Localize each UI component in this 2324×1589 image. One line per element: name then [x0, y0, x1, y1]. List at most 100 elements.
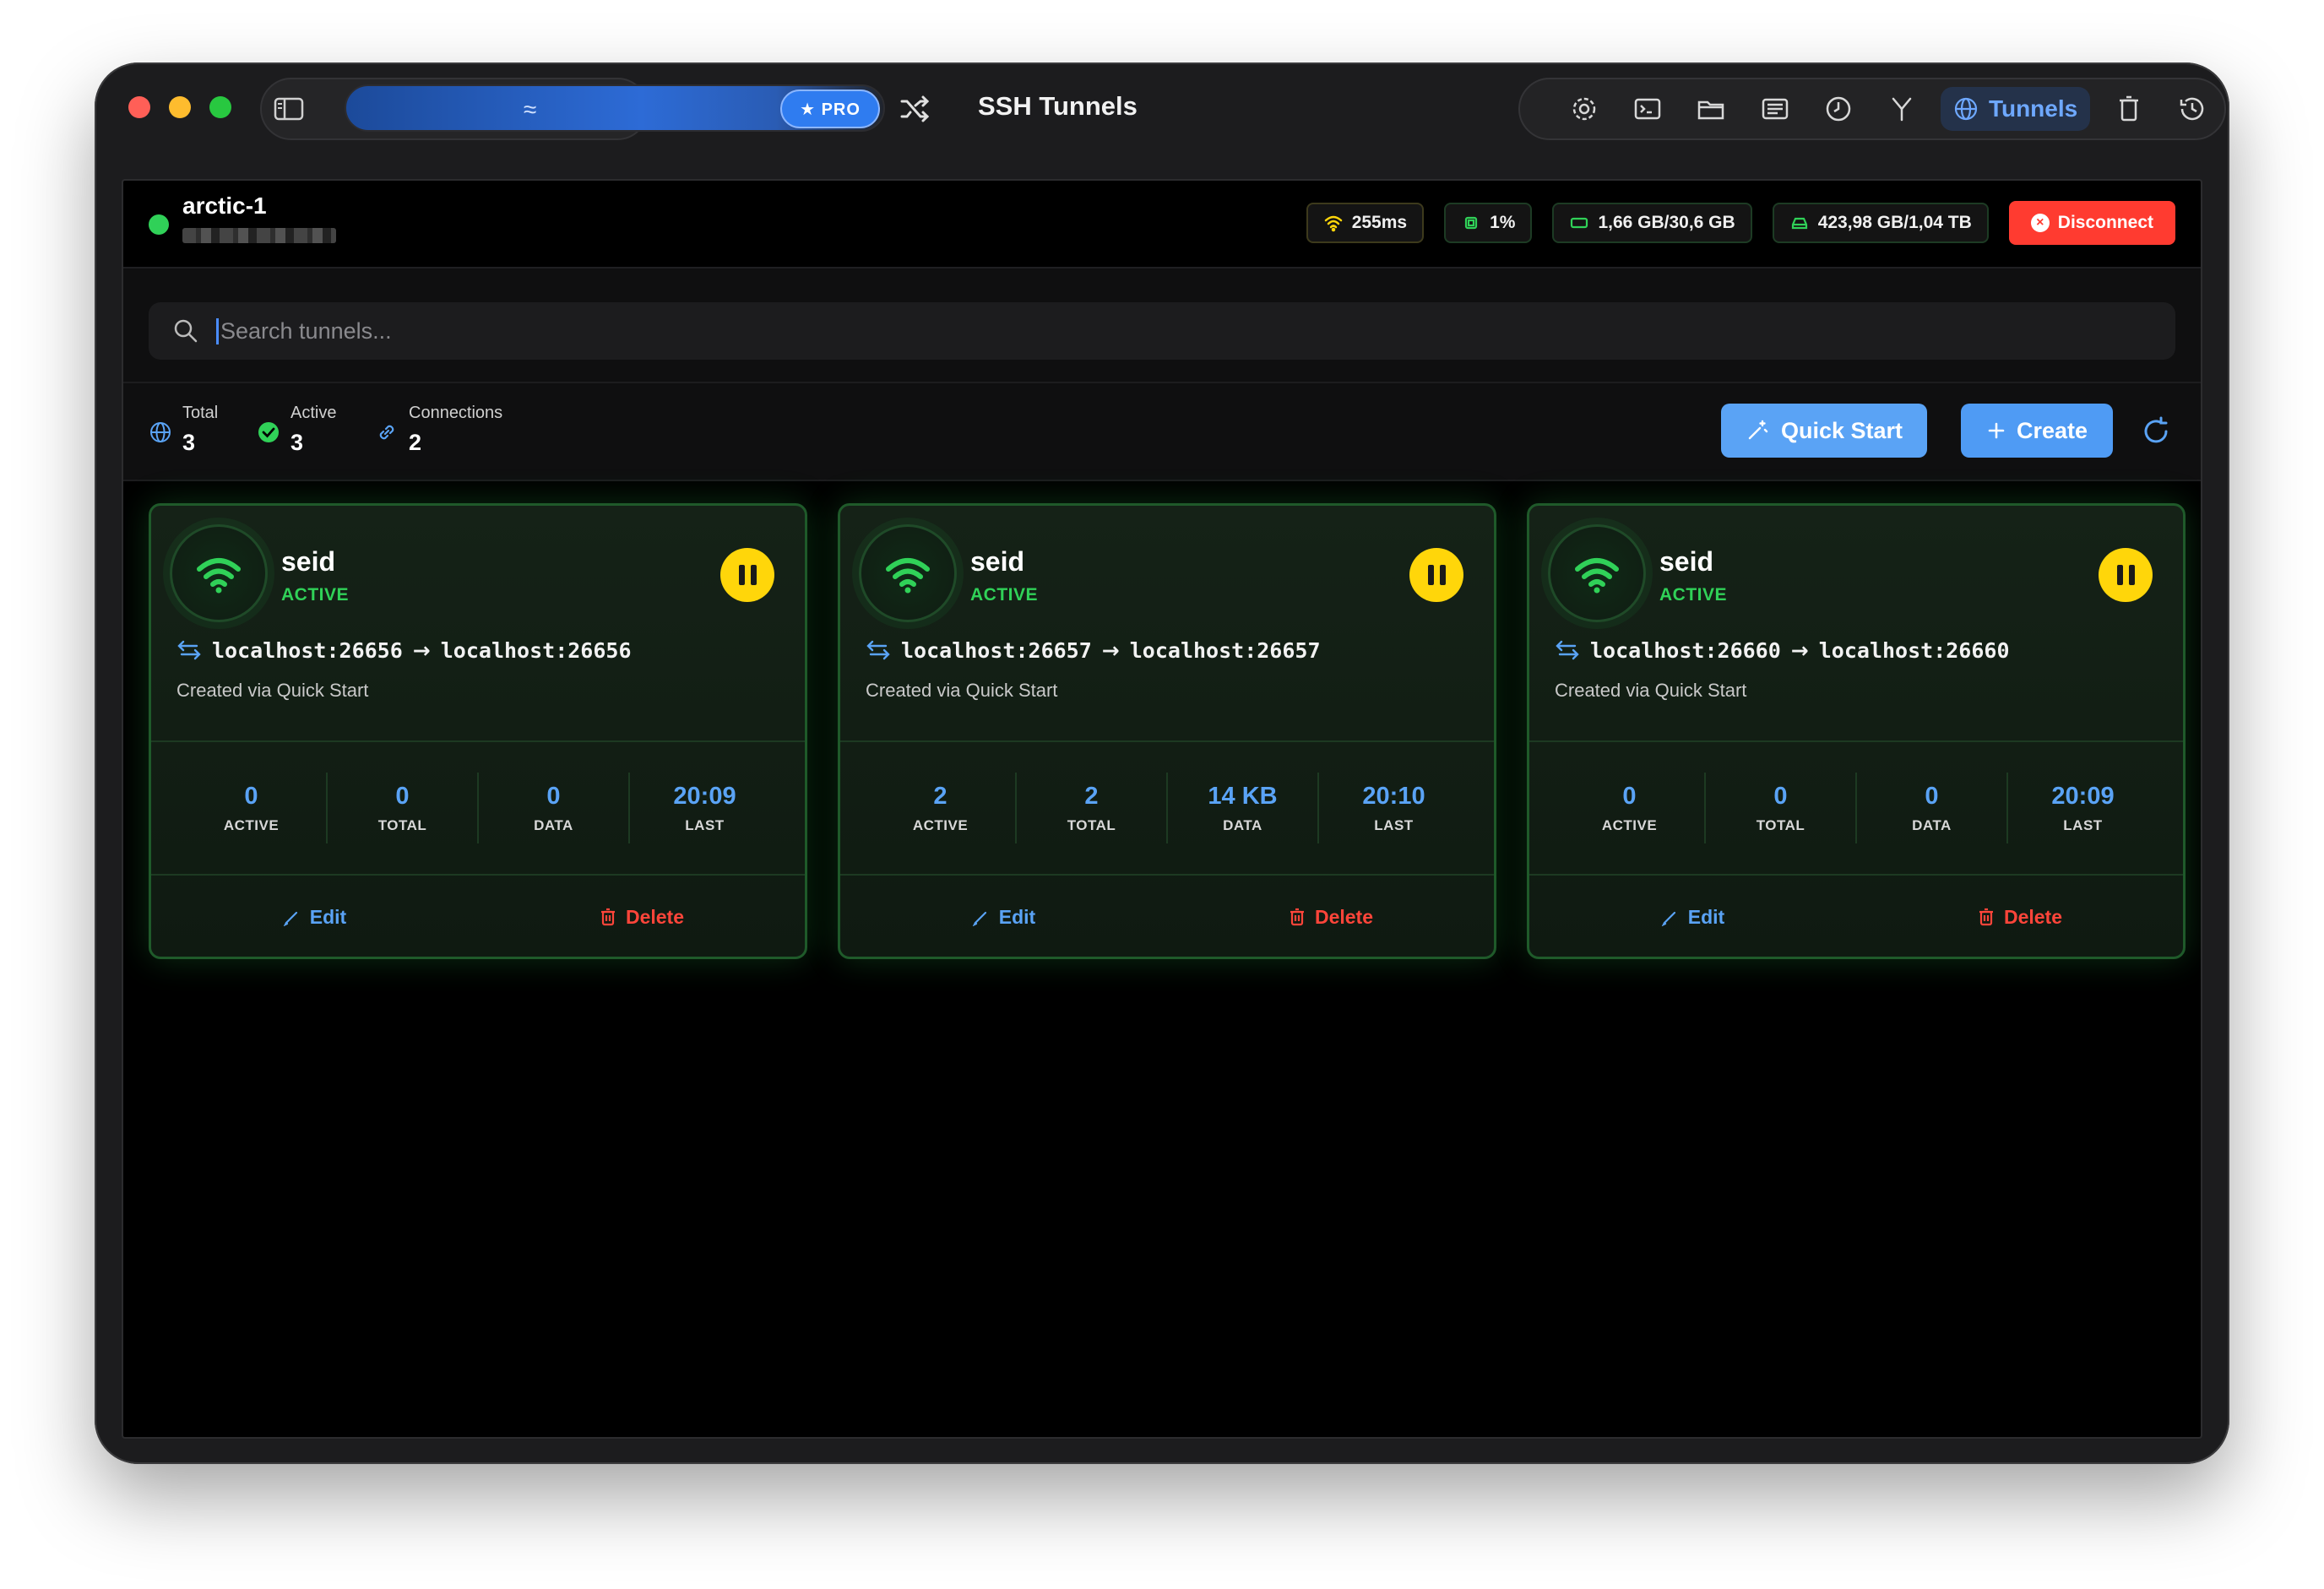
toolbar-clock-button[interactable] [1806, 84, 1870, 134]
route-arrow: → [412, 637, 431, 663]
tunnel-local-address: localhost:26657 [901, 637, 1092, 663]
tab-tunnels[interactable]: Tunnels [1940, 87, 2091, 131]
tunnel-name: seid [1659, 546, 1714, 577]
delete-tunnel-button[interactable]: Delete [1167, 877, 1494, 957]
refresh-icon[interactable] [2140, 415, 2172, 447]
toolbar-trash-button[interactable] [2097, 84, 2160, 134]
metric-total: 2 TOTAL [1017, 773, 1168, 843]
stat-total: Total 3 [149, 404, 218, 456]
tunnel-name: seid [281, 546, 336, 577]
metric-active-value: 0 [1622, 782, 1637, 810]
pencil-icon [283, 911, 297, 926]
folder-icon [1697, 100, 1724, 120]
sidebar-toggle-icon[interactable] [274, 96, 304, 122]
minimize-window-button[interactable] [169, 96, 191, 118]
swap-arrows-icon [177, 640, 201, 660]
tunnel-name: seid [970, 546, 1025, 577]
tunnel-remote-address: localhost:26660 [1818, 637, 2010, 663]
connection-header: arctic-1 255ms 1% 1,66 GB/30,6 GB 423,98… [123, 181, 2201, 268]
tunnel-actions: Edit Delete [840, 877, 1494, 957]
metric-last: 20:10 LAST [1319, 773, 1469, 843]
tunnel-local-address: localhost:26660 [1590, 637, 1781, 663]
metric-data-label: DATA [534, 816, 573, 833]
memory-value: 1,66 GB/30,6 GB [1598, 213, 1735, 232]
quick-start-button[interactable]: Quick Start [1721, 404, 1927, 458]
stat-connections: Connections 2 [375, 404, 502, 456]
tunnel-actions: Edit Delete [1529, 877, 2183, 957]
metric-last: 20:09 LAST [2008, 773, 2158, 843]
pause-tunnel-button[interactable] [1409, 548, 1463, 602]
edit-tunnel-button[interactable]: Edit [840, 877, 1167, 957]
toolbar-fork-button[interactable] [1870, 84, 1933, 134]
pause-icon-bar [738, 565, 745, 585]
pause-icon-bar [2128, 565, 2135, 585]
history-icon [2180, 97, 2204, 121]
metric-active-label: ACTIVE [912, 816, 969, 833]
tunnel-status: ACTIVE [970, 585, 1039, 605]
card-divider [151, 740, 805, 742]
title-bar: ≈ ★ PRO SSH Tunnels Tunnels [95, 62, 2229, 181]
metric-data: 0 DATA [479, 773, 630, 843]
pause-tunnel-button[interactable] [2099, 548, 2153, 602]
latency-value: 255ms [1351, 213, 1408, 232]
edit-tunnel-button[interactable]: Edit [151, 877, 478, 957]
globe-icon [150, 422, 171, 442]
tunnel-route: localhost:26657 → localhost:26657 [866, 637, 1321, 663]
metric-total: 0 TOTAL [328, 773, 479, 843]
disk-value: 423,98 GB/1,04 TB [1817, 213, 1972, 232]
stat-total-value: 3 [182, 430, 196, 455]
metric-data: 0 DATA [1857, 773, 2008, 843]
tunnel-route: localhost:26660 → localhost:26660 [1555, 637, 2010, 663]
disk-icon [1791, 217, 1807, 230]
magic-wand-icon [1748, 420, 1768, 440]
tunnel-metrics: 2 ACTIVE 2 TOTAL 14 KB DATA 20:10 LAST [866, 757, 1469, 859]
tunnel-description: Created via Quick Start [176, 680, 369, 701]
route-arrow: → [1790, 637, 1809, 663]
memory-badge: 1,66 GB/30,6 GB [1552, 203, 1752, 243]
cpu-value: 1% [1490, 213, 1516, 232]
delete-label: Delete [2003, 905, 2063, 928]
toolbar-terminal-button[interactable] [1615, 84, 1679, 134]
metric-data-value: 14 KB [1208, 782, 1278, 810]
tunnel-metrics: 0 ACTIVE 0 TOTAL 0 DATA 20:09 LAST [1555, 757, 2158, 859]
close-window-button[interactable] [128, 96, 150, 118]
edit-label: Edit [309, 905, 347, 928]
delete-tunnel-button[interactable]: Delete [478, 877, 805, 957]
settings-icon [1572, 97, 1595, 121]
disconnect-label: Disconnect [2057, 213, 2153, 232]
trash-icon [2120, 95, 2139, 122]
edit-label: Edit [1687, 905, 1725, 928]
app-window: ≈ ★ PRO SSH Tunnels Tunnels arctic-1 255… [95, 62, 2229, 1464]
search-box [149, 302, 2175, 360]
traffic-lights [128, 96, 231, 118]
summary-bar: Total 3 Active 3 Connections 2 Quick Sta… [123, 383, 2201, 481]
stat-connections-value: 2 [409, 430, 422, 455]
delete-tunnel-button[interactable]: Delete [1856, 877, 2183, 957]
toolbar-settings-button[interactable] [1552, 84, 1615, 134]
pro-badge[interactable]: ★ PRO [780, 89, 880, 128]
toolbar-files-button[interactable] [1680, 84, 1743, 134]
edit-tunnel-button[interactable]: Edit [1529, 877, 1856, 957]
main-toolbar: Tunnels [1518, 78, 2226, 140]
metric-last: 20:09 LAST [630, 773, 779, 843]
metric-active: 2 ACTIVE [866, 773, 1017, 843]
tunnel-local-address: localhost:26656 [212, 637, 403, 663]
card-divider [151, 874, 805, 876]
disk-badge: 423,98 GB/1,04 TB [1772, 203, 1989, 243]
toolbar-history-button[interactable] [2161, 84, 2224, 134]
check-circle-icon [258, 422, 279, 442]
stat-active-value: 3 [290, 430, 304, 455]
fork-icon [1892, 97, 1912, 122]
stat-active: Active 3 [257, 404, 336, 456]
create-tunnel-button[interactable]: Create [1961, 404, 2113, 458]
zoom-window-button[interactable] [209, 96, 231, 118]
disconnect-button[interactable]: × Disconnect [2008, 201, 2175, 245]
search-input[interactable] [216, 317, 2019, 344]
connection-status-dot [149, 214, 169, 235]
shuffle-icon[interactable] [899, 93, 931, 125]
redacted-host-address [182, 228, 336, 243]
pause-tunnel-button[interactable] [720, 548, 774, 602]
tunnel-description: Created via Quick Start [1555, 680, 1747, 701]
metric-last-label: LAST [1374, 816, 1414, 833]
toolbar-logs-button[interactable] [1743, 84, 1806, 134]
